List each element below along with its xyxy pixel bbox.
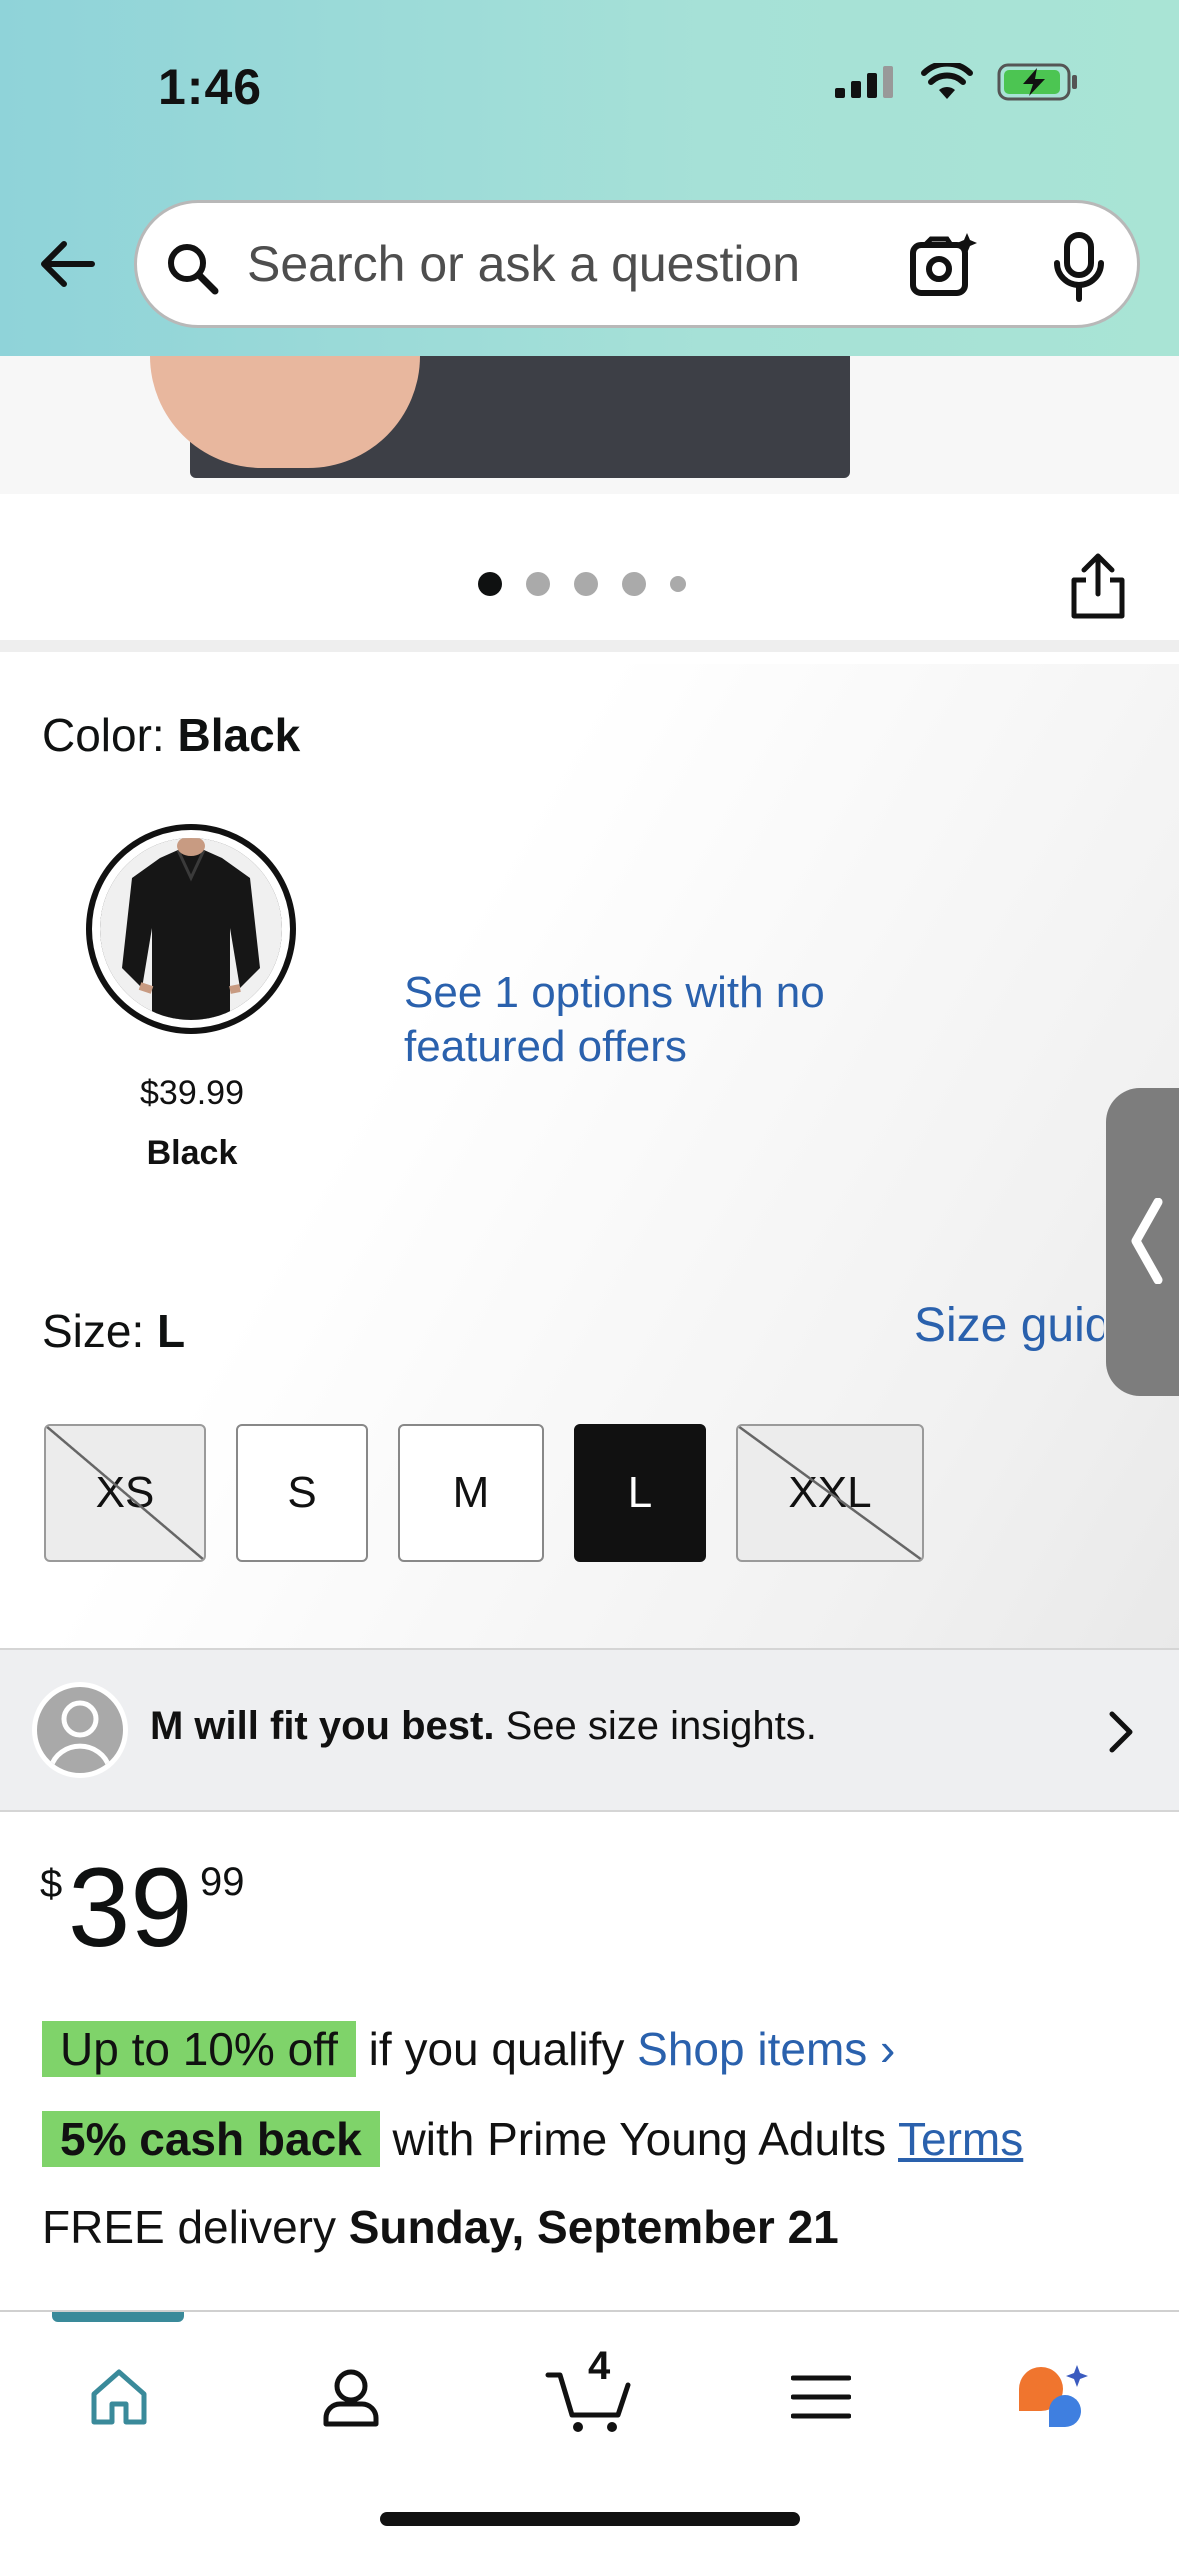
fit-insights-text: See size insights. [494, 1704, 817, 1748]
side-drawer-tab[interactable] [1106, 1088, 1179, 1396]
search-input[interactable] [247, 231, 947, 297]
status-icons [835, 62, 1079, 102]
carousel-dot[interactable] [622, 572, 646, 596]
swatch-color-name: Black [146, 1134, 238, 1172]
discount-badge: Up to 10% off [42, 2021, 356, 2077]
shop-items-link[interactable]: Shop items › [637, 2023, 895, 2075]
fit-recommendation-text: M will fit you best. See size insights. [150, 1704, 817, 1749]
shirt-image [100, 838, 282, 1020]
home-icon [91, 2369, 147, 2425]
status-time: 1:46 [158, 59, 263, 115]
color-swatch-black[interactable] [86, 824, 296, 1034]
battery-charging-icon [997, 63, 1077, 101]
price-currency: $ [40, 1862, 63, 1906]
size-guide-link[interactable]: Size guide [914, 1298, 1104, 1353]
search-icon [168, 244, 219, 295]
avatar [32, 1682, 128, 1778]
chevron-right-icon [1109, 1711, 1133, 1753]
search-bar[interactable] [134, 200, 1140, 328]
camera-lens-icon[interactable] [907, 231, 979, 303]
cashback-promo: 5% cash back with Prime Young Adults Ter… [42, 2111, 1023, 2167]
microphone-icon[interactable] [1049, 231, 1109, 303]
shirt-thumbnail [100, 838, 282, 1020]
top-header: 1:46 [0, 0, 1179, 356]
home-indicator [380, 2512, 800, 2526]
hamburger-menu-icon [791, 2375, 851, 2419]
nav-menu[interactable] [776, 2352, 866, 2442]
delivery-info: FREE delivery Sunday, September 21 [42, 2200, 839, 2254]
nav-cart[interactable]: 4 [544, 2344, 634, 2442]
size-label-prefix: Size: [42, 1305, 158, 1357]
discount-text: if you qualify [355, 2023, 638, 2075]
size-option-l[interactable]: L [574, 1424, 706, 1562]
nav-account[interactable] [306, 2352, 396, 2442]
chevron-left-icon [1131, 1198, 1163, 1284]
swatch-price: $39.99 [140, 1074, 244, 1112]
color-value: Black [177, 709, 301, 761]
delivery-prefix: FREE delivery [42, 2201, 349, 2253]
active-tab-indicator [52, 2312, 184, 2322]
discount-promo: Up to 10% off if you qualify Shop items … [42, 2021, 895, 2077]
carousel-dot[interactable] [574, 572, 598, 596]
cashback-badge: 5% cash back [42, 2111, 380, 2167]
price-whole: 39 [68, 1845, 193, 1970]
size-label: Size: L [42, 1304, 185, 1358]
carousel-dot[interactable] [526, 572, 550, 596]
color-label: Color: Black [42, 708, 300, 762]
user-avatar-icon [48, 1700, 112, 1768]
cellular-signal-icon [835, 66, 893, 98]
person-icon [323, 2369, 379, 2427]
size-option-m[interactable]: M [398, 1424, 544, 1562]
see-options-link[interactable]: See 1 options with no featured offers [404, 966, 844, 1074]
color-label-prefix: Color: [42, 709, 178, 761]
carousel-dot[interactable] [478, 572, 502, 596]
carousel-dot[interactable] [670, 576, 686, 592]
carousel-dots[interactable] [478, 572, 686, 596]
size-fit-banner[interactable]: M will fit you best. See size insights. [0, 1648, 1179, 1812]
share-icon[interactable] [1068, 552, 1128, 620]
back-arrow-icon[interactable] [34, 232, 98, 296]
size-option-xs[interactable]: XS [44, 1424, 206, 1562]
wifi-icon [921, 63, 973, 99]
cart-count-badge: 4 [588, 2344, 611, 2388]
nav-rufus-assistant[interactable] [1008, 2352, 1098, 2442]
cashback-text: with Prime Young Adults [379, 2113, 899, 2165]
size-value: L [157, 1305, 186, 1357]
price-fraction: 99 [200, 1860, 245, 1904]
assistant-chat-icon [1019, 2365, 1088, 2427]
fit-recommendation-bold: M will fit you best. [150, 1704, 495, 1748]
terms-link[interactable]: Terms [898, 2113, 1023, 2165]
delivery-date: Sunday, September 21 [348, 2201, 839, 2253]
product-image[interactable] [0, 356, 1179, 494]
size-option-xxl[interactable]: XXL [736, 1424, 924, 1562]
nav-home[interactable] [74, 2352, 164, 2442]
size-option-s[interactable]: S [236, 1424, 368, 1562]
